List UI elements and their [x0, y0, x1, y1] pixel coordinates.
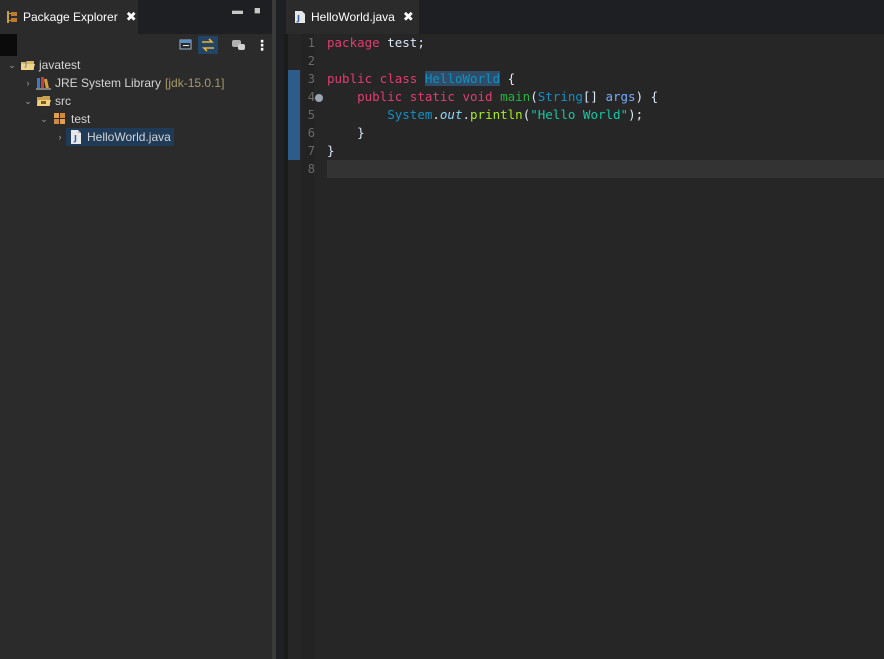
link-with-editor-icon[interactable] — [198, 36, 218, 54]
java-file-icon: J — [68, 129, 84, 145]
tree-item-label: test — [71, 112, 91, 126]
code-line-4: public static void main(String[] args) { — [357, 89, 659, 104]
svg-text:J: J — [296, 14, 300, 23]
tree-item-javatest[interactable]: ⌄ J javatest — [6, 56, 80, 74]
java-file-icon: J — [294, 10, 306, 24]
code-line-5: System.out.println("Hello World"); — [387, 107, 644, 122]
close-icon[interactable]: ✖ — [403, 9, 414, 25]
code-line-6: } — [327, 125, 365, 140]
toolbar-strip — [0, 34, 17, 56]
line-number: 3 — [307, 72, 315, 86]
chevron-right-icon[interactable]: › — [54, 128, 66, 146]
selected-item-highlight: J HelloWorld.java — [66, 128, 174, 146]
view-menu-icon[interactable]: ⋮ — [252, 36, 272, 54]
line-number: 2 — [307, 54, 315, 68]
tree-item-test-package[interactable]: ⌄ test — [38, 110, 90, 128]
class-name-highlight: HelloWorld — [424, 71, 501, 86]
filter-icon[interactable] — [229, 36, 249, 54]
code-line-3: public class HelloWorld { — [327, 71, 516, 86]
code-line-1: package test; — [327, 35, 425, 50]
tree-item-label: HelloWorld.java — [87, 130, 171, 144]
code-line-7: } — [327, 143, 335, 158]
package-explorer-toolbar: ⋮ — [0, 34, 276, 56]
source-folder-icon — [36, 93, 52, 109]
fold-toggle-icon[interactable] — [315, 94, 323, 102]
maximize-icon[interactable]: ■ — [254, 5, 261, 17]
package-explorer-icon — [6, 10, 18, 24]
package-explorer-tabbar: Package Explorer ✖ ▬ ■ — [0, 0, 276, 34]
package-explorer-tab-label: Package Explorer — [23, 10, 118, 24]
minimize-icon[interactable]: ▬ — [232, 5, 243, 17]
editor-area: J HelloWorld.java ✖ 1 2 3 4 5 6 7 8 pack… — [284, 0, 884, 659]
close-icon[interactable]: ✖ — [126, 9, 137, 25]
library-icon — [36, 75, 52, 91]
current-line-highlight — [327, 160, 884, 178]
line-number: 5 — [307, 108, 315, 122]
tree-item-label: JRE System Library — [55, 76, 162, 90]
jdk-version-decoration: [jdk-15.0.1] — [165, 76, 225, 90]
editor-tabbar: J HelloWorld.java ✖ — [284, 0, 884, 34]
svg-text:J: J — [24, 60, 27, 68]
chevron-down-icon[interactable]: ⌄ — [22, 92, 34, 110]
line-number: 6 — [307, 126, 315, 140]
line-number: 4 — [307, 90, 315, 104]
chevron-down-icon[interactable]: ⌄ — [6, 56, 18, 74]
package-explorer-view: Package Explorer ✖ ▬ ■ ⋮ ⌄ J javatest › … — [0, 0, 276, 659]
tree-item-helloworld-java[interactable]: › J HelloWorld.java — [54, 128, 174, 146]
tree-item-label: javatest — [39, 58, 81, 72]
package-explorer-tab[interactable]: Package Explorer ✖ — [0, 0, 138, 34]
tree-item-jre-system-library[interactable]: › JRE System Library [jdk-15.0.1] — [22, 74, 224, 92]
package-icon — [52, 111, 68, 127]
chevron-down-icon[interactable]: ⌄ — [38, 110, 50, 128]
editor-tab-helloworld[interactable]: J HelloWorld.java ✖ — [286, 0, 419, 34]
tree-item-label: src — [55, 94, 71, 108]
line-number: 7 — [307, 144, 315, 158]
editor-tab-label: HelloWorld.java — [311, 10, 395, 24]
svg-text:J: J — [73, 134, 77, 143]
code-editor[interactable]: 1 2 3 4 5 6 7 8 package test; public cla… — [284, 34, 884, 659]
java-project-icon: J — [20, 57, 36, 73]
collapse-all-icon[interactable] — [176, 36, 196, 54]
sash-gap — [276, 0, 284, 659]
chevron-right-icon[interactable]: › — [22, 74, 34, 92]
line-number: 8 — [307, 162, 315, 176]
line-number: 1 — [307, 36, 315, 50]
tree-item-src[interactable]: ⌄ src — [22, 92, 71, 110]
